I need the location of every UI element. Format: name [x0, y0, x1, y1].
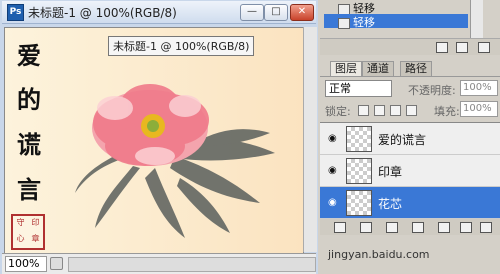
status-info-icon[interactable] — [50, 257, 63, 270]
document-window: Ps 未标题-1 @ 100%(RGB/8) — □ ✕ 爱 的 谎 言 守 印… — [0, 0, 318, 274]
blend-mode-select[interactable]: 正常 — [325, 80, 392, 97]
fill-field[interactable]: 100% — [460, 101, 498, 117]
history-scrollbar[interactable] — [470, 0, 483, 40]
minimize-button[interactable]: — — [240, 4, 264, 21]
new-snapshot-icon[interactable] — [456, 42, 468, 53]
status-bar: 100% — [2, 253, 316, 274]
layer-thumbnail — [346, 126, 372, 152]
seal-char-2: 印 — [31, 218, 40, 227]
close-button[interactable]: ✕ — [290, 4, 314, 21]
restore-button[interactable]: □ — [264, 4, 288, 21]
lock-transparency-icon[interactable] — [358, 105, 369, 116]
history-state-icon — [338, 17, 350, 29]
title-bar[interactable]: Ps 未标题-1 @ 100%(RGB/8) — □ ✕ — [2, 1, 316, 24]
photoshop-doc-icon: Ps — [7, 4, 24, 21]
opacity-field[interactable]: 100% — [460, 80, 498, 96]
history-item[interactable]: 轻移 — [324, 0, 468, 15]
layer-row[interactable]: ◉ 印章 — [320, 155, 500, 187]
seal-char-3: 心 — [16, 234, 25, 243]
new-document-icon[interactable] — [436, 42, 448, 53]
watermark-text: jingyan.baidu.com — [328, 248, 430, 261]
seal-char-4: 章 — [31, 234, 40, 243]
vertical-scrollbar[interactable] — [303, 27, 317, 252]
layer-name: 印章 — [378, 165, 403, 179]
lock-paint-icon[interactable] — [374, 105, 385, 116]
history-item-selected[interactable]: 轻移 — [324, 14, 468, 29]
layers-list: ◉ 爱的谎言 ◉ 印章 ◉ 花芯 — [320, 122, 500, 220]
layer-row[interactable]: ◉ 爱的谎言 — [320, 123, 500, 155]
lock-all-icon[interactable] — [406, 105, 417, 116]
layers-tabs: 图层 通道 路径 — [320, 58, 500, 77]
visibility-eye-icon[interactable]: ◉ — [328, 165, 337, 176]
layer-thumbnail — [346, 190, 372, 216]
tab-paths[interactable]: 路径 — [400, 61, 432, 76]
document-canvas[interactable]: 爱 的 谎 言 守 印 心 章 — [4, 27, 304, 254]
lock-move-icon[interactable] — [390, 105, 401, 116]
history-toolbar — [320, 38, 500, 55]
peony-flower-image — [75, 84, 275, 238]
layer-thumbnail — [346, 158, 372, 184]
tab-layers[interactable]: 图层 — [330, 61, 362, 76]
new-layer-icon[interactable] — [460, 222, 472, 233]
window-title: 未标题-1 @ 100%(RGB/8) — [28, 6, 177, 20]
zoom-field[interactable]: 100% — [5, 256, 47, 272]
fill-label: 填充: — [434, 105, 460, 118]
layer-mask-icon[interactable] — [386, 222, 398, 233]
link-layers-icon[interactable] — [334, 222, 346, 233]
delete-state-icon[interactable] — [478, 42, 490, 53]
panels-dock: 轻移 轻移 图层 通道 路径 正常 不透明度: 100% 锁定: 填充: 100… — [320, 0, 500, 274]
layer-name: 花芯 — [378, 197, 403, 211]
tab-channels[interactable]: 通道 — [362, 61, 394, 76]
history-item-label: 轻移 — [353, 16, 375, 29]
visibility-eye-icon[interactable]: ◉ — [328, 197, 337, 208]
delete-layer-icon[interactable] — [480, 222, 492, 233]
adjustment-layer-icon[interactable] — [412, 222, 424, 233]
layer-row-selected[interactable]: ◉ 花芯 — [320, 187, 500, 219]
history-state-icon — [338, 3, 350, 15]
seal-stamp: 守 印 心 章 — [11, 214, 45, 250]
horizontal-scrollbar[interactable] — [68, 257, 316, 272]
lock-label: 锁定: — [325, 105, 351, 118]
seal-char-1: 守 — [16, 218, 25, 227]
layer-style-icon[interactable] — [360, 222, 372, 233]
opacity-label: 不透明度: — [408, 84, 456, 97]
visibility-eye-icon[interactable]: ◉ — [328, 133, 337, 144]
document-tooltip: 未标题-1 @ 100%(RGB/8) — [108, 36, 255, 56]
layers-toolbar — [320, 219, 500, 235]
new-group-icon[interactable] — [438, 222, 450, 233]
layer-name: 爱的谎言 — [378, 133, 427, 147]
